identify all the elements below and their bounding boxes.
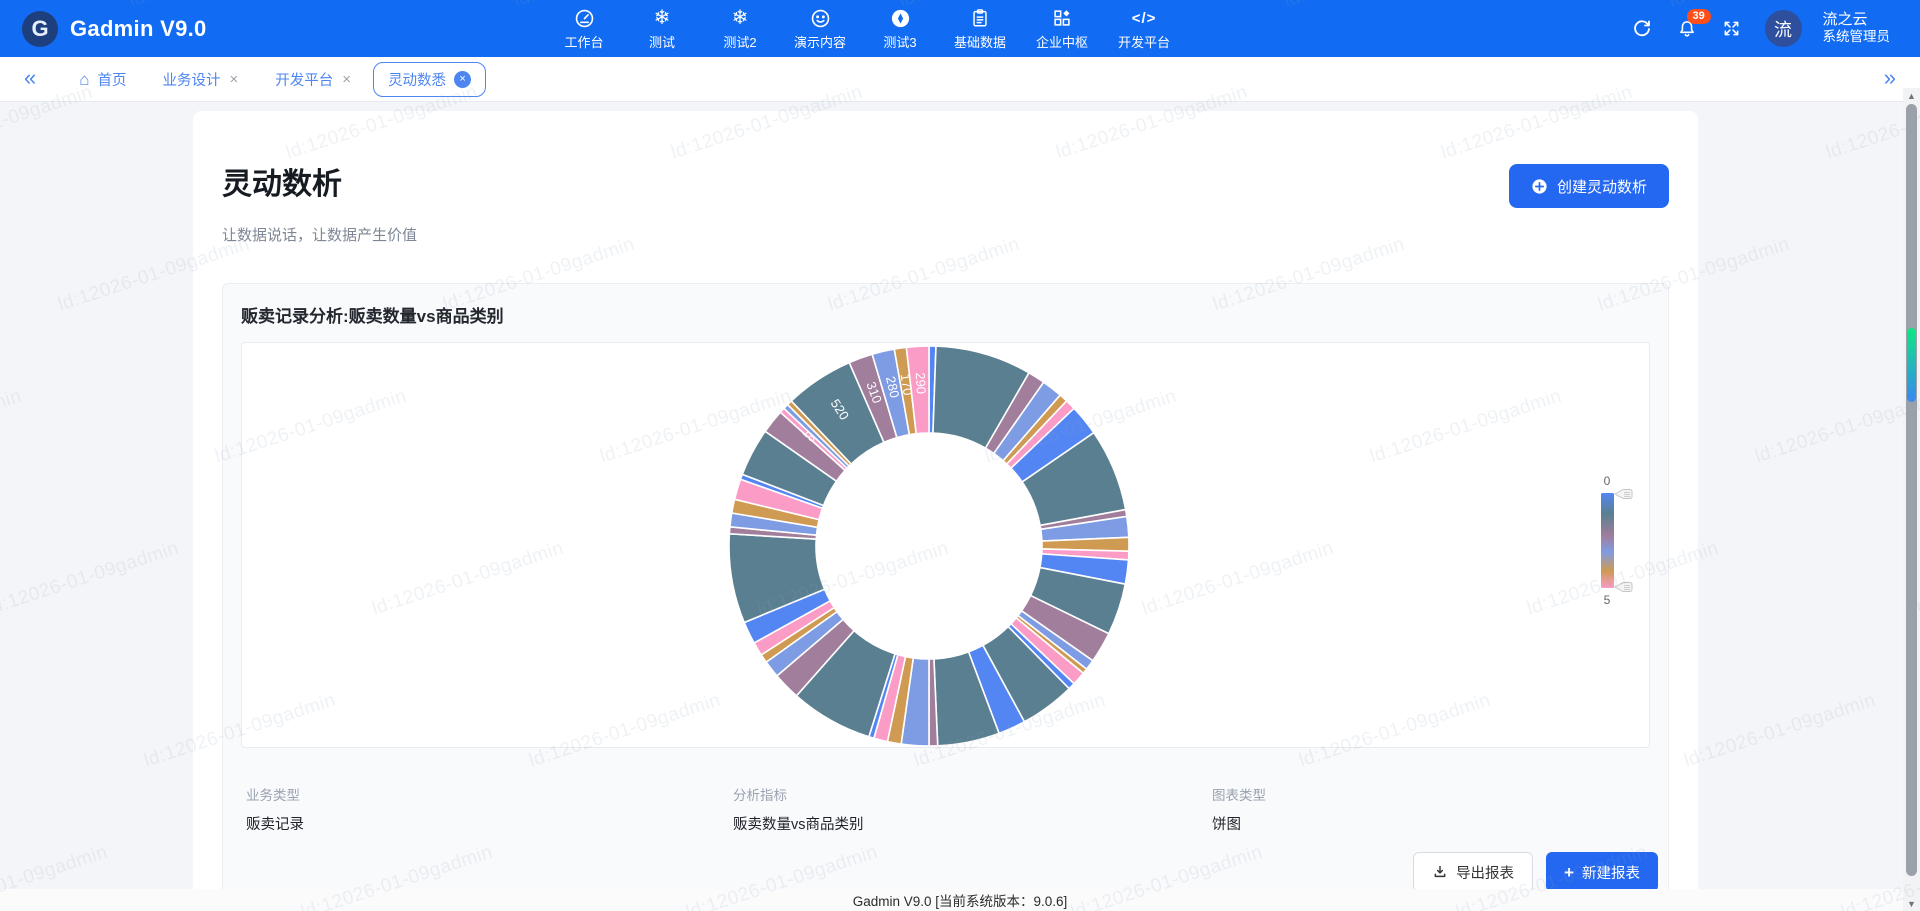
scrollbar-thumb[interactable] (1906, 104, 1917, 876)
tab-首页[interactable]: ⌂ 首页 (64, 61, 141, 98)
nav-item-企业中枢[interactable]: 企业中枢 (1036, 0, 1088, 57)
grid-icon (1051, 6, 1073, 30)
tab-label: 灵动数悉 (388, 69, 446, 90)
visualmap-min-label: 0 (1604, 474, 1611, 488)
meta-value: 贩卖记录 (246, 813, 733, 834)
open-tabs: ⌂ 首页 业务设计 × 开发平台 × 灵动数悉 × (64, 61, 486, 98)
user-role: 系统管理员 (1823, 29, 1891, 46)
page-title: 灵动数析 (222, 159, 417, 203)
main-content: 灵动数析 让数据说话，让数据产生价值 创建灵动数析 贩卖记录分析:贩卖数量vs商… (0, 102, 1903, 889)
app-header: G Gadmin V9.0 工作台 ❄ 测试 ❄ 测试2 演示内容 测试3 基础数据 企业中枢 <… (0, 0, 1920, 57)
meta-label: 分析指标 (733, 784, 1212, 804)
nav-item-工作台[interactable]: 工作台 (560, 0, 608, 57)
user-menu[interactable]: 流之云 系统管理员 (1823, 11, 1891, 47)
report-heading: 贩卖记录分析:贩卖数量vs商品类别 (241, 302, 1650, 327)
tab-灵动数悉[interactable]: 灵动数悉 × (373, 62, 486, 97)
snowflake-icon: ❄ (654, 6, 671, 30)
nav-item-label: 基础数据 (954, 32, 1006, 51)
snowflake-icon: ❄ (732, 6, 749, 30)
nav-item-label: 测试3 (883, 32, 916, 51)
nav-item-基础数据[interactable]: 基础数据 (954, 0, 1006, 57)
export-report-button[interactable]: 导出报表 (1413, 852, 1533, 889)
tabs-collapse-button[interactable]: « (0, 65, 50, 94)
visualmap-handle-bottom (1615, 583, 1632, 592)
nav-item-测试2[interactable]: ❄ 测试2 (716, 0, 764, 57)
smiley-icon (809, 6, 832, 30)
scrollbar-down-arrow[interactable]: ▼ (1903, 896, 1920, 911)
nav-item-label: 开发平台 (1118, 32, 1170, 51)
tab-业务设计[interactable]: 业务设计 × (148, 61, 255, 98)
page-scrollbar[interactable]: ▲ ▼ (1903, 88, 1920, 911)
pie-chart-svg: 18520310280170290 (719, 342, 1139, 748)
nav-item-演示内容[interactable]: 演示内容 (794, 0, 846, 57)
gauge-icon (573, 6, 596, 30)
meta-label: 图表类型 (1212, 784, 1650, 804)
notification-badge: 39 (1687, 9, 1711, 24)
tab-bar: « ⌂ 首页 业务设计 × 开发平台 × 灵动数悉 × » (0, 57, 1920, 102)
nav-item-测试3[interactable]: 测试3 (876, 0, 924, 57)
top-nav: 工作台 ❄ 测试 ❄ 测试2 演示内容 测试3 基础数据 企业中枢 </> 开发平台 (560, 0, 1170, 57)
nav-item-label: 工作台 (564, 32, 603, 51)
footer-version-text: Gadmin V9.0 [当前系统版本：9.0.6] (853, 890, 1068, 910)
notification-bell-icon[interactable]: 39 (1675, 17, 1699, 41)
tab-开发平台[interactable]: 开发平台 × (260, 61, 367, 98)
clipboard-icon (969, 6, 991, 30)
meta-value: 贩卖数量vs商品类别 (733, 813, 1212, 834)
nav-item-label: 测试 (649, 32, 675, 51)
report-panel: 贩卖记录分析:贩卖数量vs商品类别 18520310280170290 (222, 283, 1669, 889)
nav-item-label: 演示内容 (794, 32, 846, 51)
app-logo[interactable]: G Gadmin V9.0 (0, 11, 260, 47)
nav-item-测试[interactable]: ❄ 测试 (638, 0, 686, 57)
tab-label: 首页 (98, 69, 127, 90)
visualmap-legend[interactable]: 0 5 (1591, 473, 1637, 621)
tab-close-icon[interactable]: × (454, 71, 471, 88)
meta-item: 分析指标贩卖数量vs商品类别 (733, 784, 1212, 834)
user-name: 流之云 (1823, 11, 1891, 30)
avatar[interactable]: 流 (1765, 10, 1802, 47)
meta-label: 业务类型 (246, 784, 733, 804)
meta-item: 业务类型贩卖记录 (246, 784, 733, 834)
footer: Gadmin V9.0 [当前系统版本：9.0.6] (0, 889, 1920, 911)
nav-item-label: 企业中枢 (1036, 32, 1088, 51)
refresh-icon[interactable] (1630, 17, 1654, 41)
tab-close-icon[interactable]: × (341, 71, 352, 88)
code-icon: </> (1132, 6, 1157, 30)
pie-slice-label: 290 (912, 372, 928, 395)
tab-label: 业务设计 (163, 69, 221, 90)
inner-scrollbar-thumb[interactable] (1907, 328, 1916, 402)
scrollbar-up-arrow[interactable]: ▲ (1903, 88, 1920, 103)
logo-icon: G (22, 11, 58, 47)
page-subtitle: 让数据说话，让数据产生价值 (222, 224, 417, 245)
report-meta: 业务类型贩卖记录分析指标贩卖数量vs商品类别图表类型饼图 (241, 784, 1650, 834)
plus-icon: + (1564, 864, 1574, 881)
meta-item: 图表类型饼图 (1212, 784, 1650, 834)
tab-close-icon[interactable]: × (229, 71, 240, 88)
new-report-button[interactable]: + 新建报表 (1546, 852, 1658, 889)
home-icon: ⌂ (79, 71, 89, 88)
meta-value: 饼图 (1212, 813, 1650, 834)
create-analysis-button[interactable]: 创建灵动数析 (1509, 164, 1669, 208)
page-card: 灵动数析 让数据说话，让数据产生价值 创建灵动数析 贩卖记录分析:贩卖数量vs商… (193, 111, 1698, 889)
nav-item-label: 测试2 (723, 32, 756, 51)
donut-chart[interactable]: 18520310280170290 0 (241, 342, 1650, 748)
tab-label: 开发平台 (275, 69, 333, 90)
tabs-expand-button[interactable]: » (1884, 65, 1896, 94)
compass-icon (889, 6, 912, 30)
nav-item-开发平台[interactable]: </> 开发平台 (1118, 0, 1170, 57)
fullscreen-icon[interactable] (1720, 17, 1744, 41)
header-actions: 39 流 流之云 系统管理员 (1630, 0, 1891, 57)
visualmap-max-label: 5 (1604, 593, 1611, 607)
plus-circle-icon (1531, 178, 1548, 195)
visualmap-handle-top (1615, 490, 1632, 499)
download-icon (1432, 864, 1448, 880)
app-title: Gadmin V9.0 (70, 16, 207, 42)
